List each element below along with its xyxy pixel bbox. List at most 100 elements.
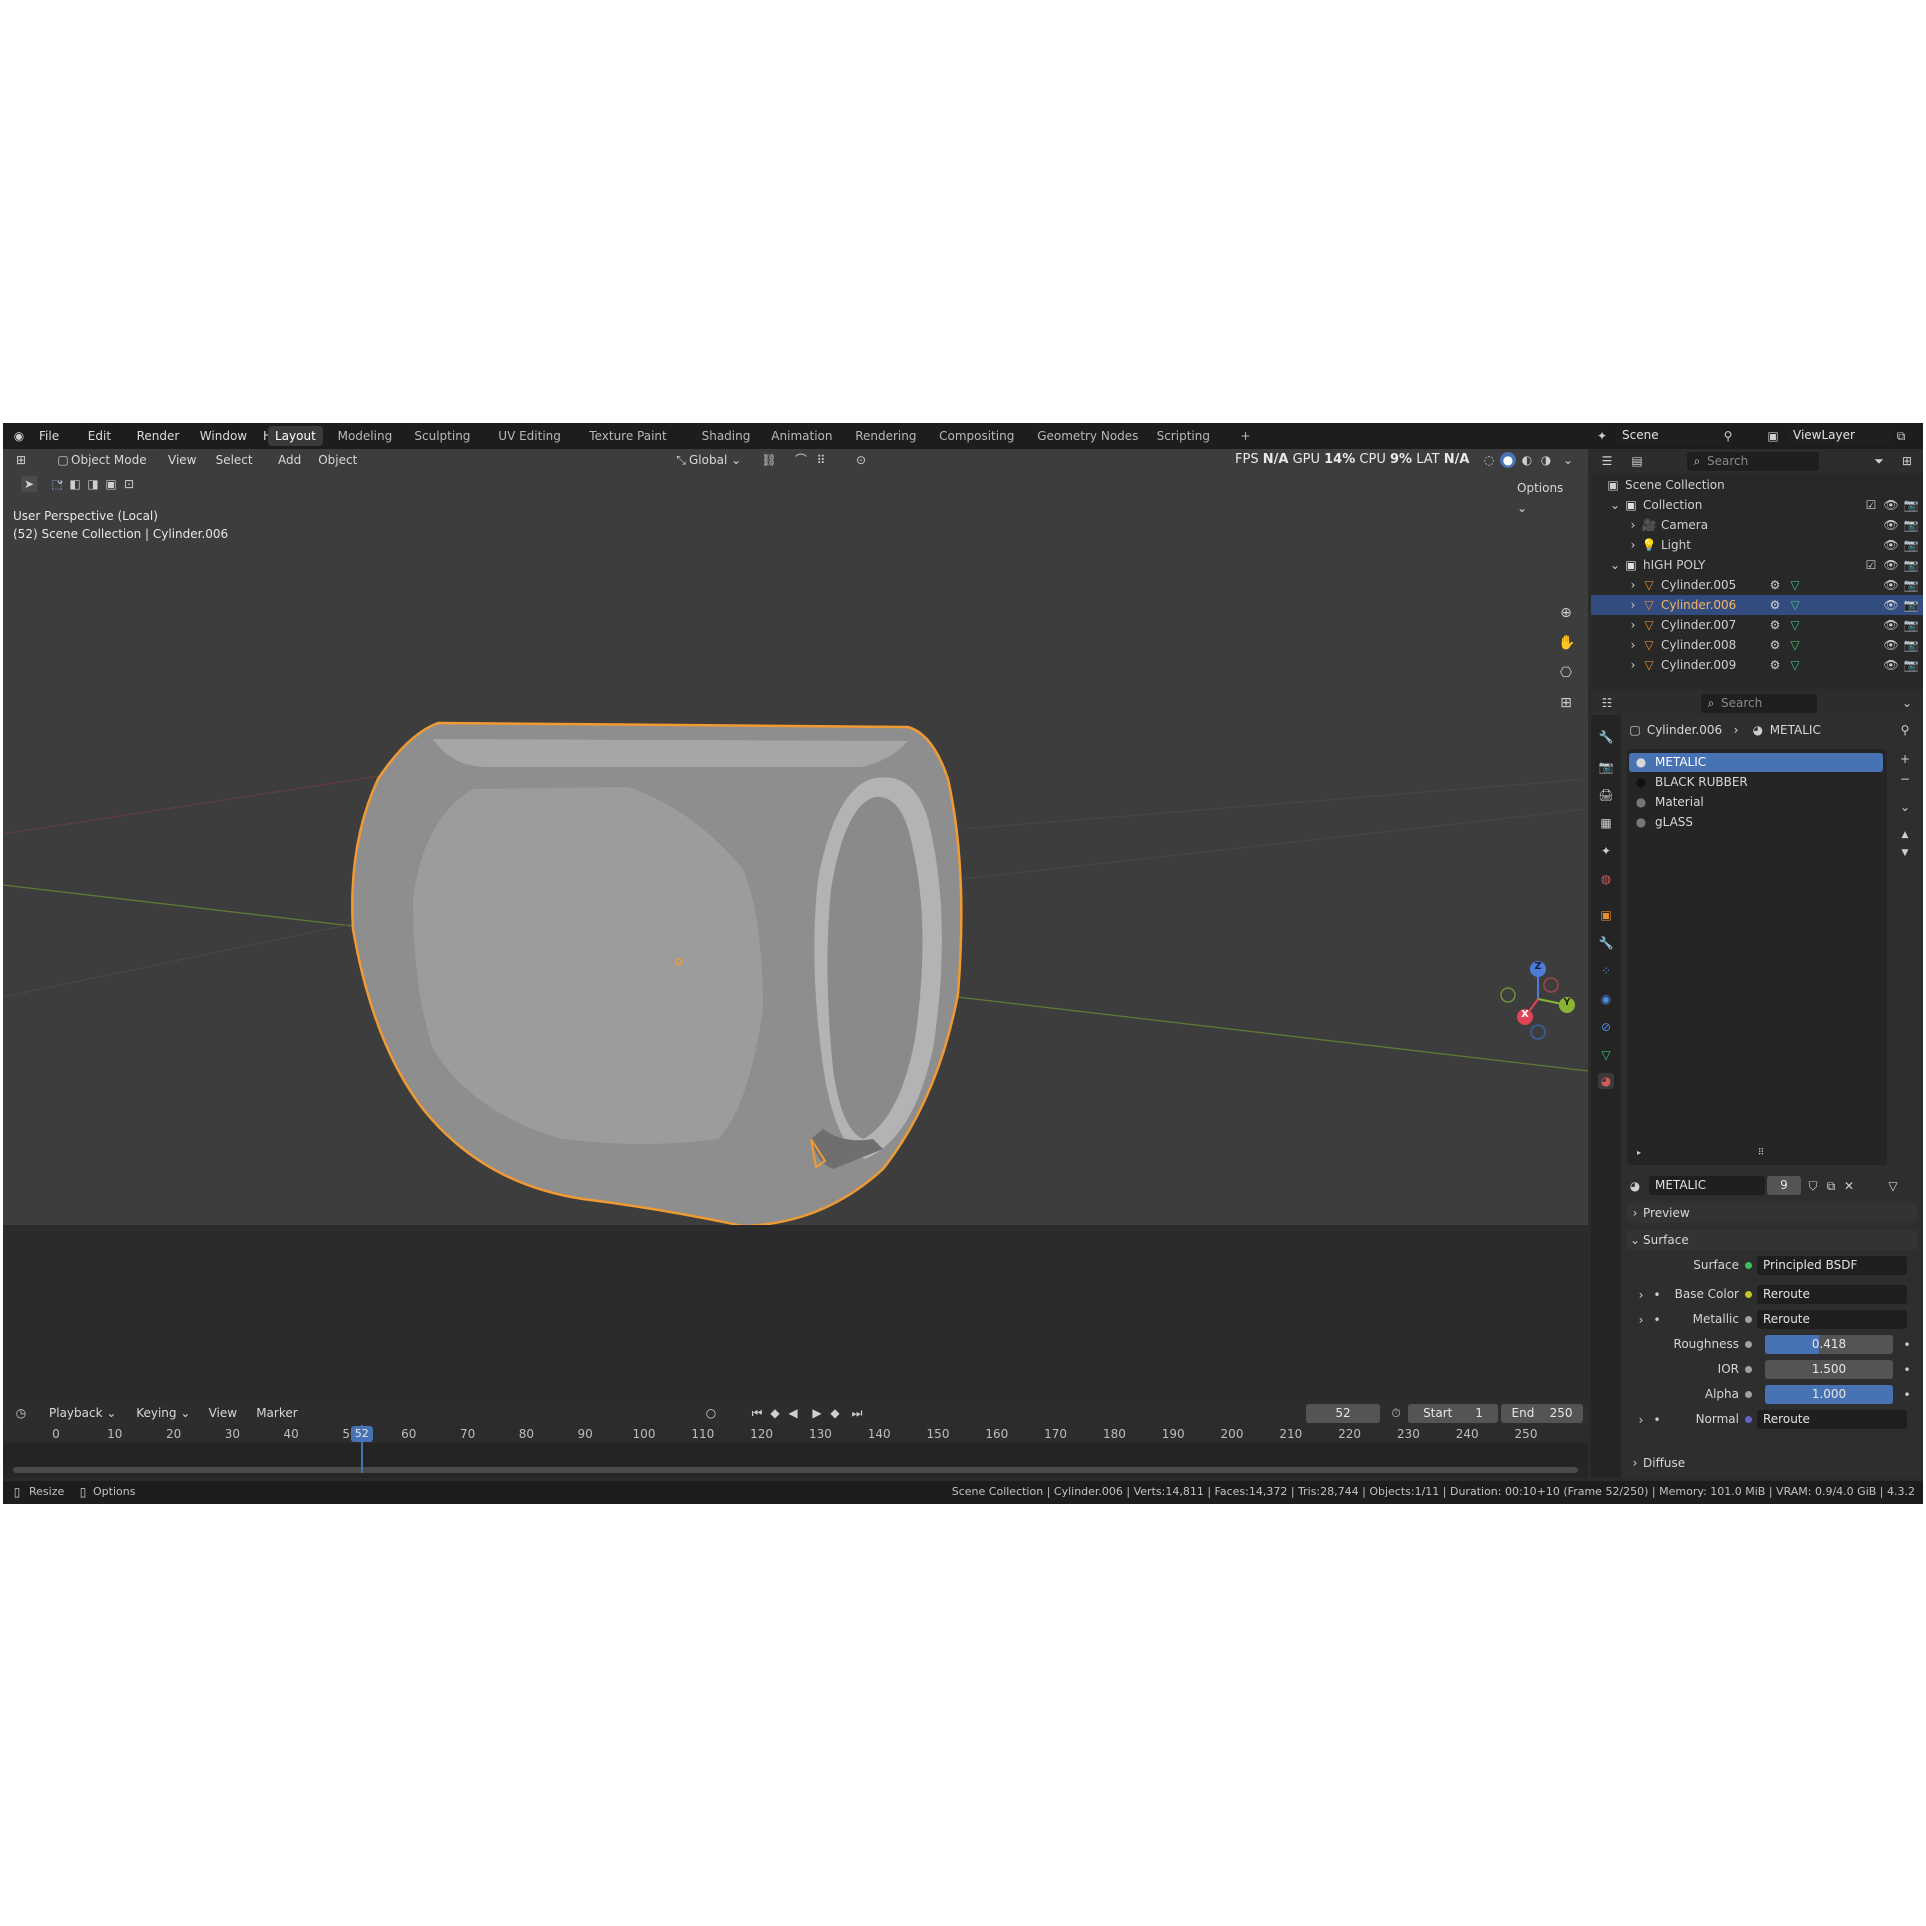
copy-icon[interactable]: ⧉ [1893,428,1909,444]
socket-icon[interactable] [1745,1416,1752,1423]
chevron-right-icon[interactable]: › [1625,517,1641,533]
outliner-row[interactable]: › ▽ Cylinder.007 ⚙ ▽ 👁 📷 [1591,615,1923,635]
viewport-menu-add[interactable]: Add [278,450,301,470]
node-link-field[interactable]: Reroute [1757,1285,1907,1304]
start-frame-field[interactable]: Start 1 [1408,1404,1498,1423]
material-tab-icon[interactable]: ◕ [1598,1073,1614,1089]
render-tab-icon[interactable]: 📷 [1598,759,1614,775]
material-name-field[interactable]: METALIC [1649,1176,1765,1195]
constraints-tab-icon[interactable]: ⊘ [1598,1019,1614,1035]
current-frame-field[interactable]: 52 [1306,1404,1380,1423]
eye-icon[interactable]: 👁 [1883,637,1899,653]
tab-uv-editing[interactable]: UV Editing [491,426,568,446]
scene-name-field[interactable]: Scene [1616,426,1722,445]
value-slider[interactable]: 1.500 [1765,1360,1893,1379]
outliner-editor-icon[interactable]: ☰ [1599,453,1615,469]
next-keyframe-icon[interactable]: ◆ [827,1405,843,1421]
outliner-row[interactable]: › ▽ Cylinder.005 ⚙ ▽ 👁 📷 [1591,575,1923,595]
node-link-field[interactable]: Reroute [1757,1410,1907,1429]
chevron-right-icon[interactable]: › [1625,577,1641,593]
chevron-right-icon[interactable]: › [1625,537,1641,553]
preview-panel-header[interactable]: › Preview [1627,1203,1917,1223]
play-icon[interactable]: ▶ [809,1405,825,1421]
frame-ruler[interactable]: 0102030405060708090100110120130140150160… [3,1425,1588,1443]
ortho-grid-icon[interactable]: ⊞ [1558,695,1574,711]
timeline-editor-icon[interactable]: ◷ [13,1405,29,1421]
playhead-frame-label[interactable]: 52 [350,1426,373,1442]
material-shading-icon[interactable]: ◐ [1519,452,1535,468]
jump-start-icon[interactable]: ⏮ [749,1405,765,1421]
mesh-data-icon[interactable]: ▽ [1787,657,1803,673]
user-count[interactable]: 9 [1767,1176,1801,1195]
duplicate-icon[interactable]: ⧉ [1823,1178,1839,1194]
outliner-row[interactable]: › ▽ Cylinder.009 ⚙ ▽ 👁 📷 [1591,655,1923,675]
timeline-scrollbar[interactable] [13,1467,1578,1473]
data-tab-icon[interactable]: ▽ [1598,1047,1614,1063]
pin-icon[interactable]: ⚲ [1720,428,1736,444]
add-slot-icon[interactable]: + [1897,751,1913,767]
eye-icon[interactable]: 👁 [1883,657,1899,673]
eye-icon[interactable]: 👁 [1883,577,1899,593]
diffuse-panel-header[interactable]: › Diffuse [1627,1453,1917,1473]
menu-render[interactable]: Render [131,427,186,445]
chevron-right-icon[interactable]: › [1625,597,1641,613]
snap-target-icon[interactable]: ⠿ [813,452,829,468]
pivot-icon[interactable]: ⛓ [761,452,777,468]
pan-hand-icon[interactable]: ✋ [1558,635,1575,651]
modifier-icon[interactable]: ⚙ [1767,617,1783,633]
material-slot[interactable]: ● METALIC [1629,753,1883,772]
select-extend-icon[interactable]: ◧ [67,476,83,492]
modifier-icon[interactable]: ⚙ [1767,657,1783,673]
outliner-row[interactable]: › 💡 Light 👁 📷 [1591,535,1923,555]
outliner-row[interactable]: ▣ Scene Collection [1591,475,1923,495]
view-layer-tab-icon[interactable]: ▦ [1598,815,1614,831]
chevron-right-icon[interactable]: › [1625,617,1641,633]
select-new-icon[interactable]: ⬚ [49,476,65,492]
tab-layout[interactable]: Layout [268,426,323,446]
unlink-x-icon[interactable]: ✕ [1841,1178,1857,1194]
fake-user-shield-icon[interactable]: ⛉ [1805,1178,1821,1194]
render-camera-icon[interactable]: 📷 [1903,637,1919,653]
tab-compositing[interactable]: Compositing [932,426,1021,446]
keyframe-dot-icon[interactable]: • [1899,1362,1915,1378]
tab-scripting[interactable]: Scripting [1150,426,1217,446]
stopwatch-icon[interactable]: ⏱ [1388,1405,1404,1421]
material-slot[interactable]: ● gLASS [1629,813,1883,832]
menu-edit[interactable]: Edit [82,427,117,445]
menu-window[interactable]: Window [194,427,253,445]
socket-icon[interactable] [1745,1262,1752,1269]
solid-shading-icon[interactable]: ● [1500,452,1516,468]
timeline-menu-marker[interactable]: Marker [256,1403,297,1423]
checkbox-icon[interactable]: ☑ [1863,497,1879,513]
display-mode-icon[interactable]: ▤ [1629,453,1645,469]
outliner-row[interactable]: ⌄ ▣ hIGH POLY ☑ 👁 📷 [1591,555,1923,575]
mesh-data-icon[interactable]: ▽ [1787,637,1803,653]
shading-options-icon[interactable]: ⌄ [1560,452,1576,468]
resize-handle-icon[interactable]: ⠿ [1753,1145,1769,1161]
output-tab-icon[interactable]: 🖨 [1598,787,1614,803]
node-link-field[interactable]: Principled BSDF [1757,1256,1907,1275]
remove-slot-icon[interactable]: − [1897,771,1913,787]
socket-icon[interactable] [1745,1391,1752,1398]
properties-editor-icon[interactable]: ☷ [1599,695,1615,711]
filter-icon[interactable]: ⏷ [1871,453,1887,469]
view-layer-field[interactable]: ViewLayer [1787,426,1893,445]
eye-icon[interactable]: 👁 [1883,557,1899,573]
chevron-right-icon[interactable]: › [1633,1412,1649,1428]
expand-triangle-icon[interactable]: ▸ [1631,1145,1647,1161]
chevron-down-icon[interactable]: ⌄ [1899,695,1915,711]
outliner-search-input[interactable]: Search [1687,452,1819,471]
viewport-menu-object[interactable]: Object [318,450,357,470]
prev-keyframe-icon[interactable]: ◆ [767,1405,783,1421]
end-frame-field[interactable]: End 250 [1501,1404,1583,1423]
object-tab-icon[interactable]: ▣ [1598,907,1614,923]
particles-tab-icon[interactable]: ⁘ [1598,963,1614,979]
keyframe-dot-icon[interactable]: • [1899,1337,1915,1353]
outliner-row[interactable]: › ▽ Cylinder.006 ⚙ ▽ 👁 📷 [1591,595,1923,615]
physics-tab-icon[interactable]: ◉ [1598,991,1614,1007]
outliner-row[interactable]: › ▽ Cylinder.008 ⚙ ▽ 👁 📷 [1591,635,1923,655]
render-camera-icon[interactable]: 📷 [1903,617,1919,633]
outliner-row[interactable]: ⌄ ▣ Collection ☑ 👁 📷 [1591,495,1923,515]
new-collection-icon[interactable]: ⊞ [1899,453,1915,469]
modifier-icon[interactable]: ⚙ [1767,597,1783,613]
